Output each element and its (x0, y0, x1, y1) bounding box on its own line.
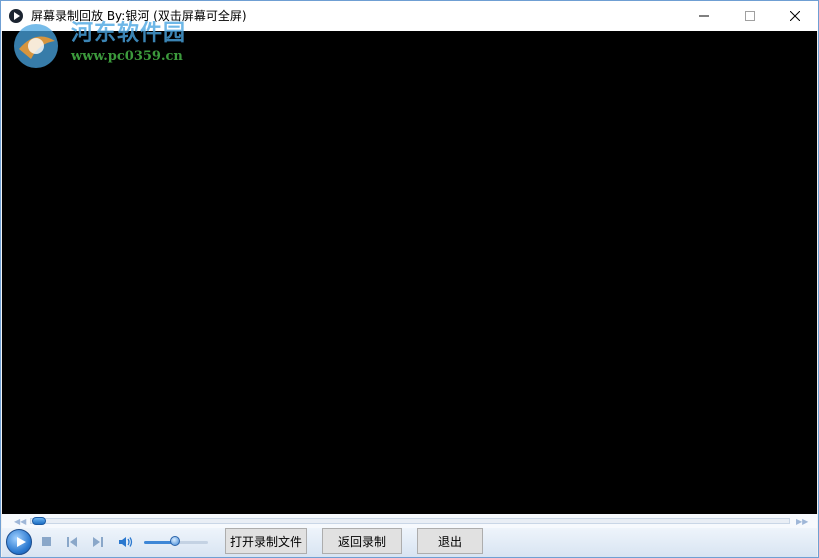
open-recording-button[interactable]: 打开录制文件 (225, 528, 307, 554)
app-window: 屏幕录制回放 By:银河 (双击屏幕可全屏) 河东软件园 www.pc0359.… (0, 0, 819, 558)
seek-thumb[interactable] (32, 517, 46, 525)
next-icon[interactable] (91, 536, 105, 548)
seek-bar-area: ◀◀ ▶▶ (2, 514, 817, 528)
stop-icon[interactable] (40, 536, 54, 548)
volume-thumb[interactable] (170, 536, 180, 546)
video-display-area[interactable] (2, 31, 817, 514)
app-icon (9, 9, 23, 23)
close-button[interactable] (772, 1, 818, 31)
maximize-button[interactable] (727, 1, 773, 31)
title-bar[interactable]: 屏幕录制回放 By:银河 (双击屏幕可全屏) (1, 1, 818, 31)
maximize-icon (745, 11, 755, 21)
exit-button[interactable]: 退出 (417, 528, 483, 554)
minimize-icon (699, 15, 709, 17)
previous-icon[interactable] (65, 536, 79, 548)
play-button[interactable] (6, 529, 32, 555)
seek-bar[interactable] (30, 518, 790, 524)
back-to-record-button[interactable]: 返回录制 (322, 528, 402, 554)
window-title: 屏幕录制回放 By:银河 (双击屏幕可全屏) (31, 9, 247, 23)
player-controls: 打开录制文件 返回录制 退出 (2, 528, 817, 557)
seek-back-icon[interactable]: ◀◀ (14, 517, 26, 526)
minimize-button[interactable] (681, 1, 727, 31)
seek-forward-icon[interactable]: ▶▶ (796, 517, 808, 526)
speaker-icon[interactable] (118, 536, 134, 548)
close-icon (790, 11, 800, 21)
